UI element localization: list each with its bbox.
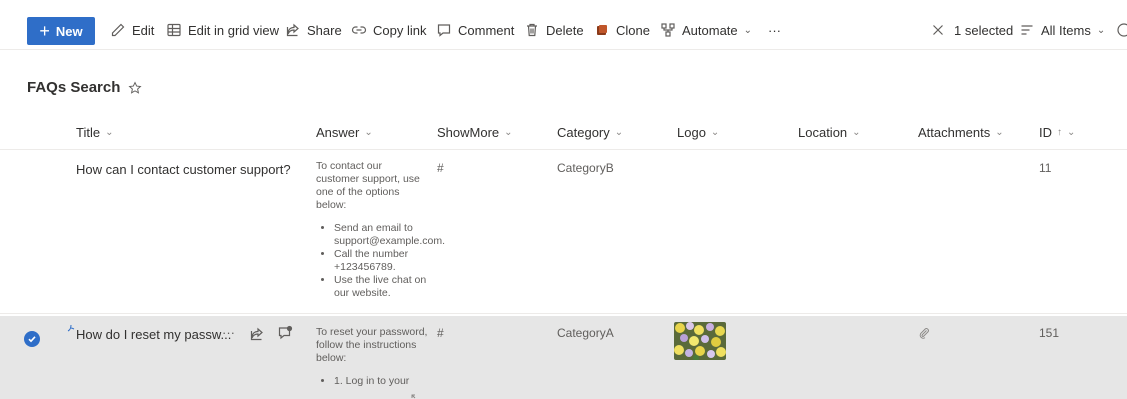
comment-button[interactable]: Comment (436, 17, 514, 43)
column-header-label: Title (76, 125, 101, 140)
delete-label: Delete (546, 22, 584, 38)
automate-label: Automate (682, 22, 738, 38)
chevron-down-icon: ⌄ (614, 127, 624, 138)
trash-icon (524, 22, 540, 38)
copy-link-button[interactable]: Copy link (351, 17, 426, 43)
answer-list-item: 1. Log in to your (334, 375, 428, 388)
expand-icon[interactable] (411, 391, 421, 399)
new-button[interactable]: + New (27, 17, 95, 45)
chevron-down-icon: ⌄ (364, 127, 373, 138)
row-select-checkbox[interactable] (24, 331, 40, 347)
close-icon (930, 22, 946, 38)
column-header-showmore[interactable]: ShowMore ⌄ (437, 125, 513, 140)
edit-label: Edit (132, 22, 155, 38)
command-bar: + New Edit Edit in grid view Share Copy … (0, 12, 1127, 50)
table-row[interactable]: How can I contact customer support? To c… (0, 150, 1127, 314)
chevron-down-icon: ⌄ (743, 24, 753, 36)
info-button[interactable] (1116, 17, 1127, 43)
row-answer: To reset your password, follow the instr… (316, 326, 428, 388)
grid-icon (166, 22, 182, 38)
favorite-star-icon[interactable] (128, 80, 142, 95)
answer-list: Send an email to support@example.com. Ca… (316, 222, 445, 300)
share-label: Share (307, 22, 342, 38)
share-button[interactable]: Share (285, 17, 342, 43)
chevron-down-icon: ⌄ (1067, 127, 1076, 138)
edit-grid-label: Edit in grid view (188, 22, 280, 38)
answer-intro: To reset your password, follow the instr… (316, 326, 428, 364)
column-header-label: ShowMore (437, 125, 500, 140)
chevron-down-icon: ⌄ (852, 127, 861, 138)
comment-icon[interactable] (277, 325, 293, 341)
delete-button[interactable]: Delete (524, 17, 584, 43)
selected-count: 1 selected (954, 22, 1014, 38)
new-button-label: New (55, 23, 83, 39)
view-label: All Items (1041, 22, 1091, 38)
share-icon[interactable] (249, 326, 265, 342)
answer-list-item: Call the number +123456789. (334, 248, 428, 274)
row-category: CategoryB (557, 161, 614, 175)
plus-icon: + (39, 21, 50, 41)
column-header-logo[interactable]: Logo ⌄ (677, 125, 719, 140)
clone-icon (594, 22, 610, 38)
attachment-paperclip-icon[interactable] (918, 325, 930, 339)
row-title-link[interactable]: How do I reset my passw... (76, 327, 231, 342)
share-icon (285, 22, 301, 38)
column-header-category[interactable]: Category ⌄ (557, 125, 623, 140)
page-title-text: FAQs Search (27, 79, 121, 96)
chevron-down-icon: ⌄ (1096, 24, 1106, 36)
column-header-location[interactable]: Location ⌄ (798, 125, 861, 140)
column-header-answer[interactable]: Answer ⌄ (316, 125, 373, 140)
answer-intro: To contact our customer support, use one… (316, 160, 420, 211)
chevron-down-icon: ⌄ (105, 127, 114, 138)
row-title-link[interactable]: How can I contact customer support? (76, 162, 291, 177)
column-header-label: Attachments (918, 125, 991, 140)
new-item-sparkle-icon (66, 320, 76, 332)
chevron-down-icon: ⌄ (995, 127, 1004, 138)
column-header-label: Answer (316, 125, 360, 140)
row-more-actions-button[interactable]: ··· (222, 325, 235, 340)
answer-list: 1. Log in to your (316, 375, 428, 388)
pencil-icon (110, 22, 126, 38)
column-header-label: Location (798, 125, 848, 140)
column-header-label: ID (1039, 125, 1052, 140)
logo-thumbnail-image[interactable] (674, 322, 726, 360)
chevron-down-icon: ⌄ (504, 127, 513, 138)
column-header-label: Category (557, 125, 610, 140)
edit-button[interactable]: Edit (110, 17, 154, 43)
more-commands-button[interactable]: ··· (768, 17, 781, 43)
chevron-down-icon: ⌄ (710, 127, 720, 138)
more-label: ··· (768, 22, 781, 38)
comment-icon (436, 22, 452, 38)
answer-list-item: Send an email to support@example.com. (334, 222, 445, 248)
row-showmore-link[interactable]: # (437, 161, 444, 175)
row-answer: To contact our customer support, use one… (316, 160, 445, 300)
flow-icon (660, 22, 676, 38)
clone-label: Clone (616, 22, 650, 38)
automate-menu[interactable]: Automate ⌄ (660, 17, 752, 43)
comment-label: Comment (458, 22, 515, 38)
view-list-icon (1019, 22, 1035, 38)
edit-grid-button[interactable]: Edit in grid view (166, 17, 279, 43)
column-header-attachments[interactable]: Attachments ⌄ (918, 125, 1004, 140)
clone-button[interactable]: Clone (594, 17, 650, 43)
sort-ascending-icon: ↑ (1057, 127, 1062, 138)
column-header-title[interactable]: Title ⌄ (76, 125, 113, 140)
view-switcher[interactable]: All Items ⌄ (1019, 17, 1105, 43)
clear-selection-button[interactable]: 1 selected (930, 17, 1013, 43)
row-showmore-link[interactable]: # (437, 326, 444, 340)
column-header-label: Logo (677, 125, 706, 140)
row-id: 151 (1039, 326, 1060, 340)
link-icon (351, 22, 367, 38)
info-icon (1116, 22, 1127, 38)
copy-link-label: Copy link (373, 22, 427, 38)
row-category: CategoryA (557, 326, 614, 340)
column-header-id[interactable]: ID ↑ ⌄ (1039, 125, 1075, 140)
page-title: FAQs Search (27, 79, 142, 96)
row-id: 11 (1039, 161, 1052, 175)
answer-list-item: Use the live chat on our website. (334, 274, 428, 300)
